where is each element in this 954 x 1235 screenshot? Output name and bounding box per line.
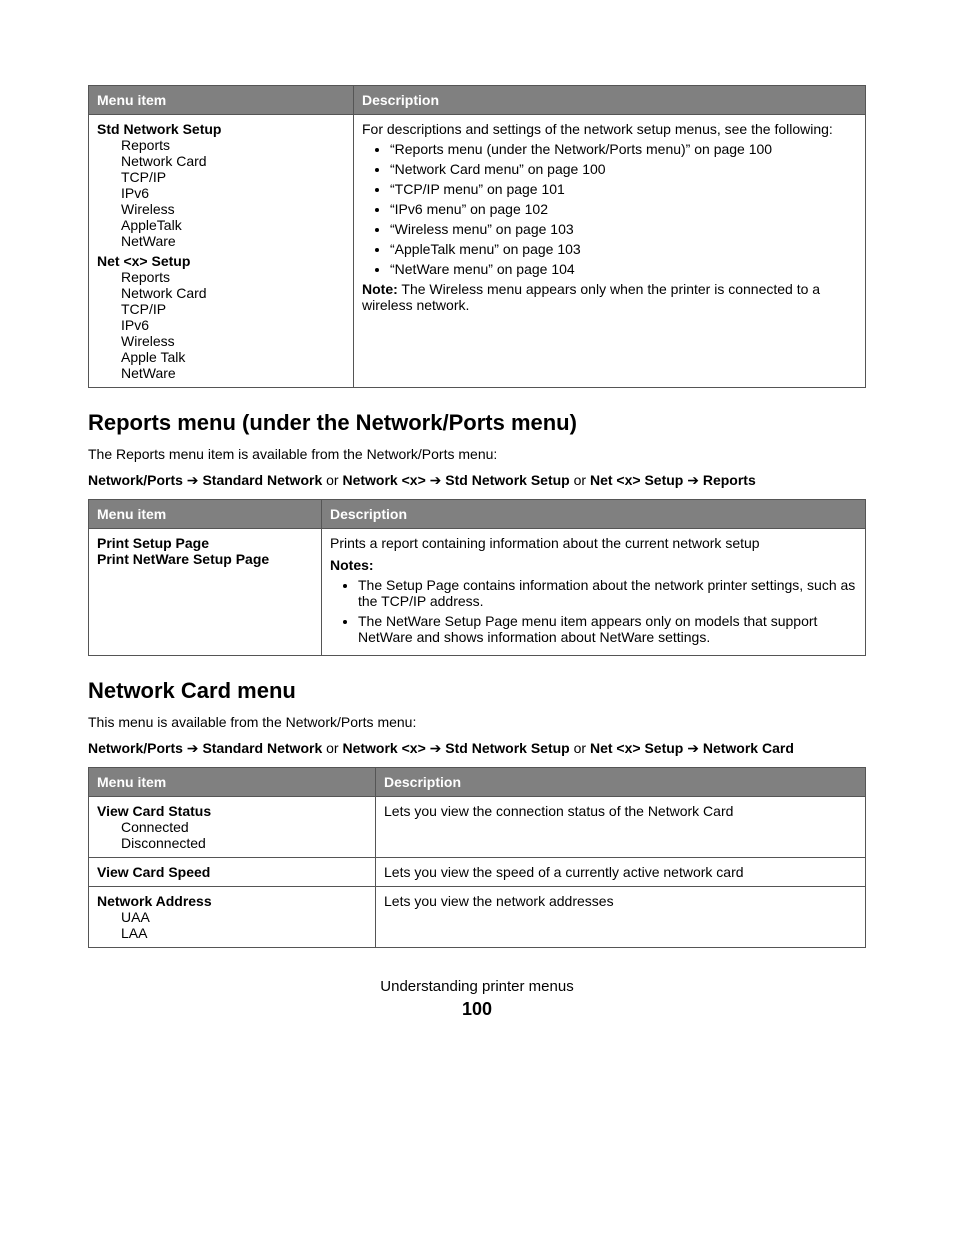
page-number: 100 xyxy=(88,999,866,1020)
menu-item-cell: Std Network Setup Reports Network Card T… xyxy=(89,115,354,388)
description-cell: Prints a report containing information a… xyxy=(322,529,866,656)
menu-subitem: NetWare xyxy=(97,365,345,381)
section-intro: The Reports menu item is available from … xyxy=(88,446,866,462)
note-label: Note: xyxy=(362,281,398,297)
navigation-path: Network/Ports ➔ Standard Network or Netw… xyxy=(88,740,866,757)
bullet-item: “TCP/IP menu” on page 101 xyxy=(390,181,857,197)
path-or: or xyxy=(570,472,590,488)
description-cell: For descriptions and settings of the net… xyxy=(354,115,866,388)
reports-menu-table: Menu item Description Print Setup Page P… xyxy=(88,499,866,656)
page: Menu item Description Std Network Setup … xyxy=(0,0,954,1060)
path-segment: Network Card xyxy=(703,740,794,756)
menu-subitem: UAA xyxy=(97,909,367,925)
menu-subitem: Wireless xyxy=(97,201,345,217)
path-or: or xyxy=(322,740,342,756)
menu-subitem: Network Card xyxy=(97,285,345,301)
bullet-item: “Wireless menu” on page 103 xyxy=(390,221,857,237)
table-row: Network Address UAA LAA Lets you view th… xyxy=(89,887,866,948)
menu-subitem: IPv6 xyxy=(97,185,345,201)
menu-subitem: IPv6 xyxy=(97,317,345,333)
path-segment: Net <x> Setup xyxy=(590,472,683,488)
menu-subitem: Reports xyxy=(97,269,345,285)
menu-subitem: Reports xyxy=(97,137,345,153)
arrow-icon: ➔ xyxy=(426,472,446,488)
path-or: or xyxy=(570,740,590,756)
path-segment: Std Network Setup xyxy=(445,740,569,756)
menu-group-label: Net <x> Setup xyxy=(97,253,345,269)
bullet-item: The Setup Page contains information abou… xyxy=(358,577,857,609)
notes-label: Notes: xyxy=(330,557,857,573)
table-row: View Card Status Connected Disconnected … xyxy=(89,797,866,858)
section-heading-reports-menu: Reports menu (under the Network/Ports me… xyxy=(88,410,866,436)
note: Note: The Wireless menu appears only whe… xyxy=(362,281,857,313)
path-segment: Standard Network xyxy=(202,740,322,756)
menu-item: Print Setup Page xyxy=(97,535,313,551)
table-row: Std Network Setup Reports Network Card T… xyxy=(89,115,866,388)
section-intro: This menu is available from the Network/… xyxy=(88,714,866,730)
bullet-item: The NetWare Setup Page menu item appears… xyxy=(358,613,857,645)
menu-subitem: Connected xyxy=(97,819,367,835)
std-network-setup-table: Menu item Description Std Network Setup … xyxy=(88,85,866,388)
notes-bullets: The Setup Page contains information abou… xyxy=(330,577,857,645)
footer-title: Understanding printer menus xyxy=(88,978,866,995)
description-bullets: “Reports menu (under the Network/Ports m… xyxy=(362,141,857,277)
menu-item-cell: Network Address UAA LAA xyxy=(89,887,376,948)
table-header-description: Description xyxy=(376,768,866,797)
menu-subitem: Network Card xyxy=(97,153,345,169)
table-header-menu-item: Menu item xyxy=(89,500,322,529)
menu-subitem: TCP/IP xyxy=(97,301,345,317)
path-segment: Network <x> xyxy=(342,472,425,488)
menu-item: Print NetWare Setup Page xyxy=(97,551,313,567)
menu-item-cell: Print Setup Page Print NetWare Setup Pag… xyxy=(89,529,322,656)
arrow-icon: ➔ xyxy=(183,472,203,488)
bullet-item: “Reports menu (under the Network/Ports m… xyxy=(390,141,857,157)
table-row: View Card Speed Lets you view the speed … xyxy=(89,858,866,887)
path-segment: Std Network Setup xyxy=(445,472,569,488)
path-or: or xyxy=(322,472,342,488)
bullet-item: “AppleTalk menu” on page 103 xyxy=(390,241,857,257)
path-segment: Reports xyxy=(703,472,756,488)
arrow-icon: ➔ xyxy=(683,472,703,488)
table-row: Print Setup Page Print NetWare Setup Pag… xyxy=(89,529,866,656)
menu-item-cell: View Card Speed xyxy=(89,858,376,887)
path-segment: Standard Network xyxy=(202,472,322,488)
path-segment: Network/Ports xyxy=(88,740,183,756)
bullet-item: “Network Card menu” on page 100 xyxy=(390,161,857,177)
description-cell: Lets you view the speed of a currently a… xyxy=(376,858,866,887)
navigation-path: Network/Ports ➔ Standard Network or Netw… xyxy=(88,472,866,489)
menu-item: Network Address xyxy=(97,893,212,909)
menu-subitem: AppleTalk xyxy=(97,217,345,233)
note-text: The Wireless menu appears only when the … xyxy=(362,281,820,313)
description-cell: Lets you view the connection status of t… xyxy=(376,797,866,858)
menu-subitem: TCP/IP xyxy=(97,169,345,185)
menu-subitem: Disconnected xyxy=(97,835,367,851)
path-segment: Network <x> xyxy=(342,740,425,756)
path-segment: Net <x> Setup xyxy=(590,740,683,756)
bullet-item: “IPv6 menu” on page 102 xyxy=(390,201,857,217)
menu-subitem: Wireless xyxy=(97,333,345,349)
menu-subitem: LAA xyxy=(97,925,367,941)
section-heading-network-card-menu: Network Card menu xyxy=(88,678,866,704)
menu-item-cell: View Card Status Connected Disconnected xyxy=(89,797,376,858)
description-cell: Lets you view the network addresses xyxy=(376,887,866,948)
menu-subitem: NetWare xyxy=(97,233,345,249)
description-text: Prints a report containing information a… xyxy=(330,535,857,551)
table-header-description: Description xyxy=(354,86,866,115)
bullet-item: “NetWare menu” on page 104 xyxy=(390,261,857,277)
menu-group-label: Std Network Setup xyxy=(97,121,221,137)
menu-item: View Card Speed xyxy=(97,864,210,880)
arrow-icon: ➔ xyxy=(183,740,203,756)
menu-subitem: Apple Talk xyxy=(97,349,345,365)
page-footer: Understanding printer menus 100 xyxy=(88,978,866,1020)
table-header-menu-item: Menu item xyxy=(89,86,354,115)
description-intro: For descriptions and settings of the net… xyxy=(362,121,833,137)
arrow-icon: ➔ xyxy=(683,740,703,756)
table-header-menu-item: Menu item xyxy=(89,768,376,797)
path-segment: Network/Ports xyxy=(88,472,183,488)
network-card-menu-table: Menu item Description View Card Status C… xyxy=(88,767,866,948)
menu-item: View Card Status xyxy=(97,803,211,819)
table-header-description: Description xyxy=(322,500,866,529)
arrow-icon: ➔ xyxy=(426,740,446,756)
